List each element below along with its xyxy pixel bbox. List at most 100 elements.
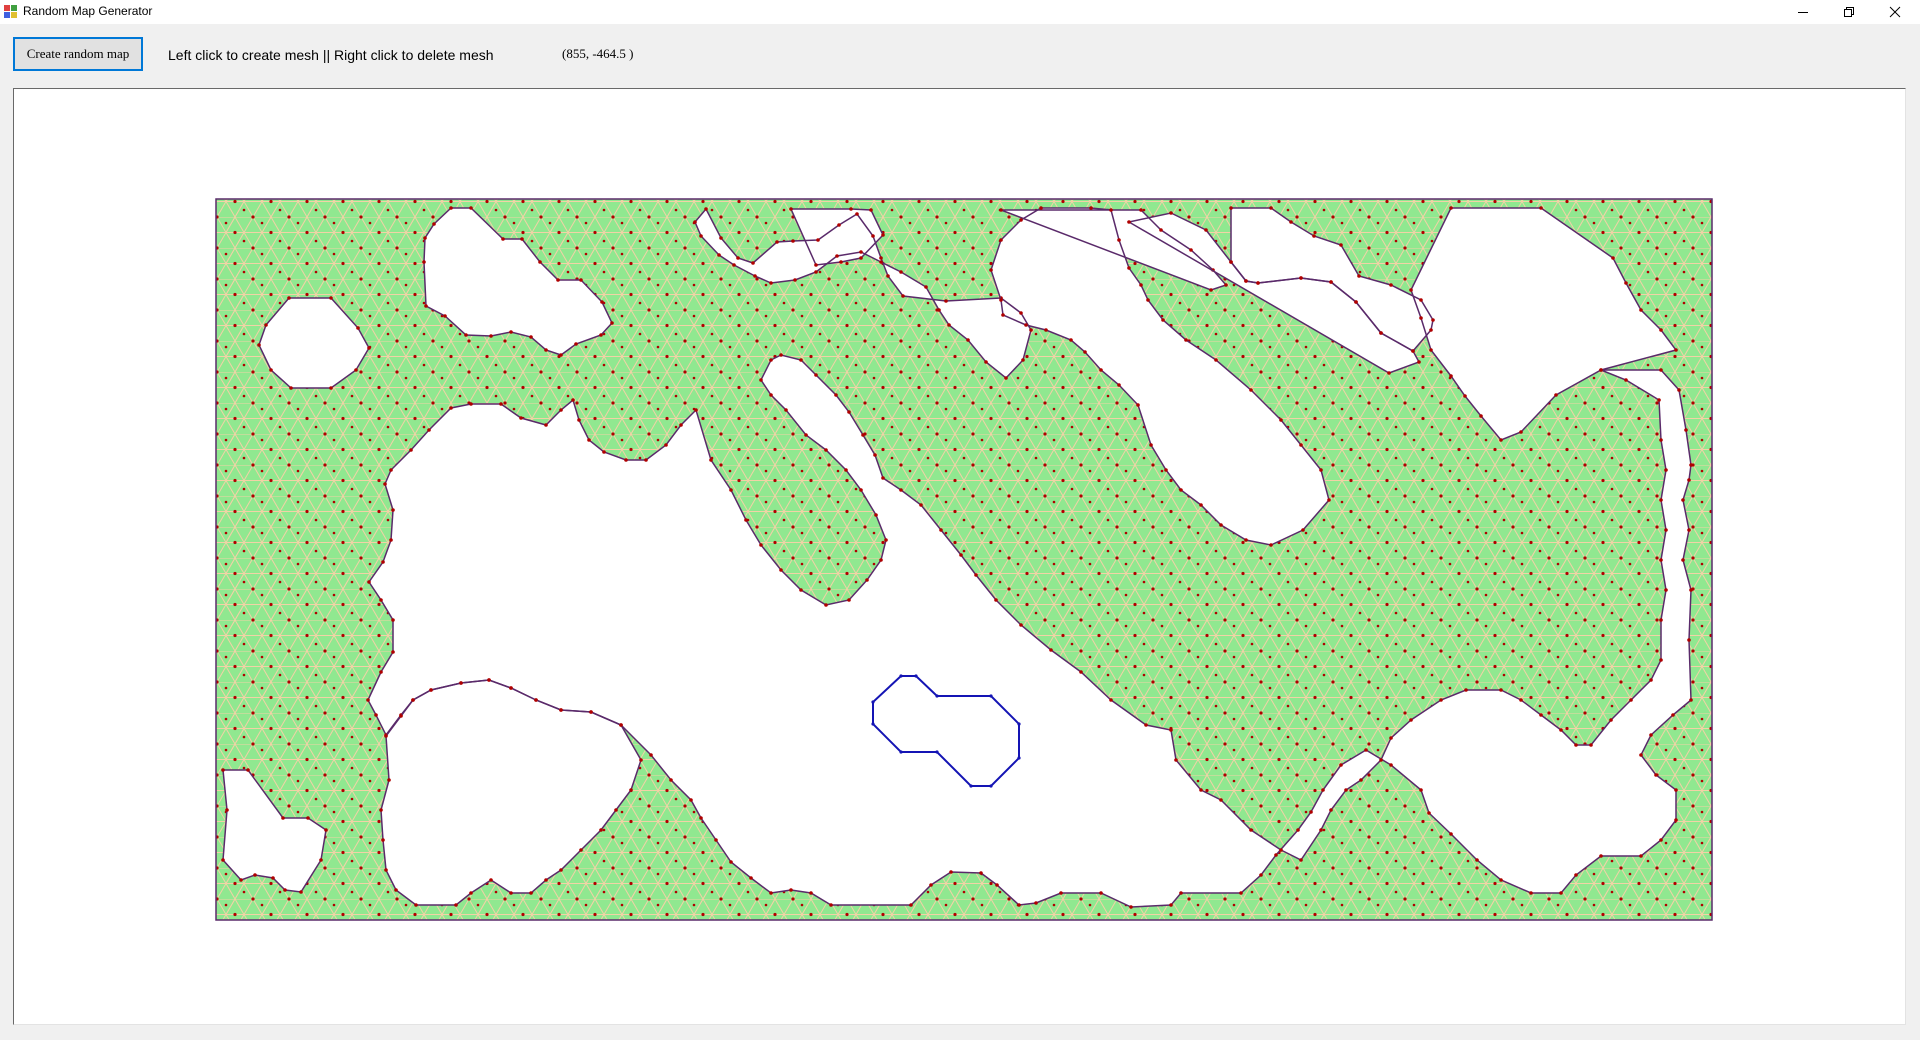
boundary-vertex [1559,891,1563,895]
boundary-vertex [367,346,371,350]
boundary-vertex [1269,543,1273,547]
boundary-vertex [1649,733,1653,737]
boundary-vertex [501,237,505,241]
boundary-vertex [1389,283,1393,287]
boundary-vertex [1681,498,1685,502]
boundary-vertex [959,553,963,557]
boundary-vertex [384,868,388,872]
boundary-vertex [1659,368,1663,372]
boundary-vertex [855,212,859,216]
boundary-vertex [1364,748,1368,752]
boundary-vertex [1684,428,1688,432]
boundary-vertex [1475,858,1479,862]
boundary-vertex [574,342,578,346]
boundary-vertex [1639,308,1643,312]
boundary-vertex [1499,688,1503,692]
boundary-vertex [717,253,721,257]
window-title: Random Map Generator [23,4,153,18]
boundary-vertex [1029,328,1033,332]
boundary-vertex [1229,260,1233,264]
boundary-vertex [1127,220,1131,224]
boundary-vertex [1687,528,1691,532]
boundary-vertex [881,476,885,480]
boundary-vertex [509,891,513,895]
title-bar[interactable]: Random Map Generator [0,0,1920,24]
boundary-vertex [759,543,763,547]
boundary-vertex [624,458,628,462]
boundary-vertex [577,418,581,422]
boundary-vertex [1296,828,1300,832]
boundary-vertex [1099,368,1103,372]
boundary-vertex [1079,670,1083,674]
boundary-vertex [374,713,378,717]
boundary-vertex [1657,398,1661,402]
boundary-vertex [1529,891,1533,895]
boundary-vertex [289,386,293,390]
boundary-vertex [1117,383,1121,387]
boundary-vertex [791,239,795,243]
boundary-vertex [1299,276,1303,280]
boundary-vertex [1179,891,1183,895]
boundary-vertex [409,448,413,452]
boundary-vertex [1499,438,1503,442]
boundary-vertex [1599,368,1603,372]
selected-vertex [871,722,875,726]
boundary-vertex [299,890,303,894]
map-drawing[interactable] [14,89,1905,1024]
boundary-vertex [587,438,591,442]
boundary-vertex [1574,873,1578,877]
boundary-vertex [1129,905,1133,909]
boundary-vertex [879,558,883,562]
boundary-vertex [432,222,436,226]
boundary-vertex [664,443,668,447]
boundary-vertex [529,891,533,895]
boundary-vertex [1449,832,1453,836]
boundary-vertex [779,568,783,572]
boundary-vertex [399,714,403,718]
boundary-vertex [1256,281,1260,285]
boundary-vertex [814,263,818,267]
boundary-vertex [381,838,385,842]
boundary-vertex [449,206,453,210]
boundary-vertex [874,513,878,517]
boundary-vertex [814,270,818,274]
minimize-button[interactable] [1780,0,1826,24]
boundary-vertex [379,808,383,812]
boundary-vertex [1681,558,1685,562]
boundary-vertex [1464,688,1468,692]
boundary-vertex [1427,811,1431,815]
boundary-vertex [391,508,395,512]
boundary-vertex [1244,279,1248,283]
boundary-vertex [384,734,388,738]
boundary-vertex [816,238,820,242]
boundary-vertex [871,234,875,238]
boundary-vertex [544,423,548,427]
boundary-vertex [538,260,542,264]
boundary-vertex [1687,478,1691,482]
boundary-vertex [544,878,548,882]
boundary-vertex [1229,206,1233,210]
boundary-vertex [1219,798,1223,802]
close-button[interactable] [1872,0,1918,24]
boundary-vertex [619,723,623,727]
create-random-map-button[interactable]: Create random map [13,37,143,71]
boundary-vertex [559,408,563,412]
boundary-vertex [443,314,447,318]
boundary-vertex [1312,234,1316,238]
boundary-vertex [859,250,863,254]
restore-button[interactable] [1826,0,1872,24]
boundary-vertex [1219,523,1223,527]
boundary-vertex [389,538,393,542]
boundary-vertex [1327,498,1331,502]
app-icon [4,5,18,19]
boundary-vertex [1599,854,1603,858]
boundary-vertex [899,270,903,274]
boundary-vertex [427,428,431,432]
boundary-vertex [769,358,773,362]
boundary-vertex [1274,853,1278,857]
boundary-vertex [699,816,703,820]
boundary-vertex [639,758,643,762]
map-canvas[interactable] [13,88,1906,1025]
boundary-vertex [729,860,733,864]
boundary-vertex [751,261,755,265]
